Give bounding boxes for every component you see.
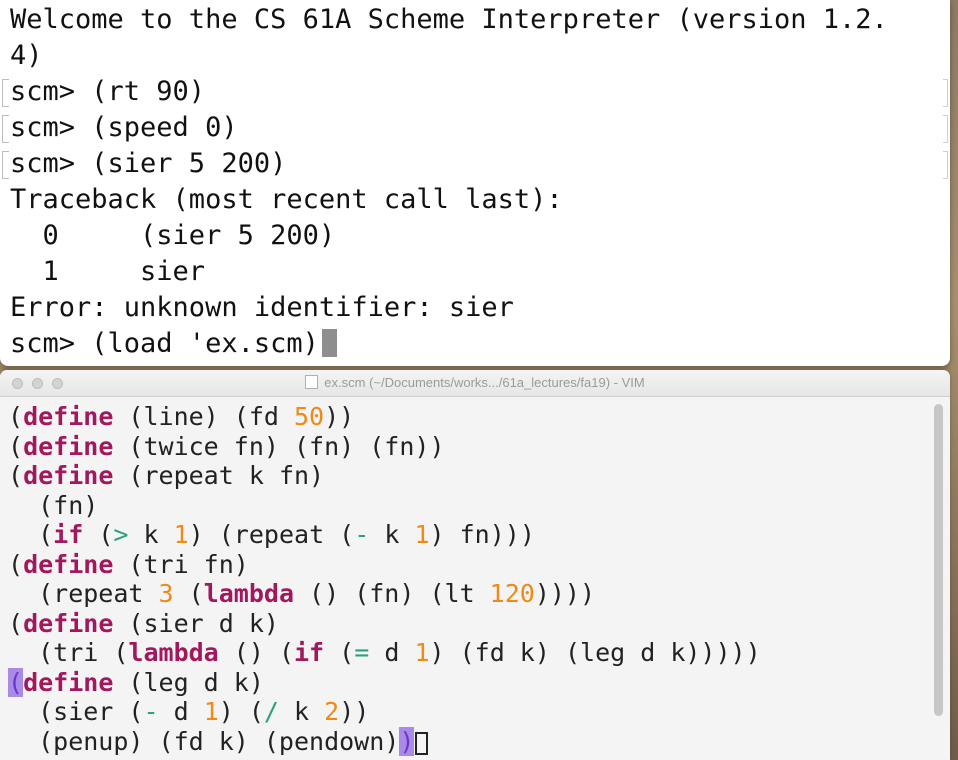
mark-bracket <box>943 115 948 143</box>
code-line[interactable]: (tri (lambda () (if (= d 1) (fd k) (leg … <box>8 638 920 668</box>
window-title: ex.scm (~/Documents/works.../61a_lecture… <box>0 370 950 396</box>
code-line[interactable]: (fn) <box>8 491 920 521</box>
code-line[interactable]: (repeat 3 (lambda () (fn) (lt 120)))) <box>8 579 920 609</box>
code-line[interactable]: (sier (- d 1) (/ k 2)) <box>8 697 920 727</box>
terminal-welcome-line: Welcome to the CS 61A Scheme Interpreter… <box>10 4 888 35</box>
traceback-frame: 1 sier <box>10 256 206 287</box>
window-title-text: ex.scm (~/Documents/works.../61a_lecture… <box>324 375 645 390</box>
scheme-file-icon <box>305 375 319 389</box>
mark-bracket <box>2 115 9 143</box>
code-line[interactable]: (if (> k 1) (repeat (- k 1) fn))) <box>8 520 920 550</box>
traceback-frame: 0 (sier 5 200) <box>10 220 336 251</box>
terminal-input-line[interactable]: scm> (load 'ex.scm) <box>10 326 337 362</box>
terminal-welcome-line-cont: 4) <box>10 40 43 71</box>
error-message: Error: unknown identifier: sier <box>10 292 514 323</box>
traceback-header: Traceback (most recent call last): <box>10 184 563 215</box>
code-line[interactable]: (define (tri fn) <box>8 550 920 580</box>
vim-editor-buffer[interactable]: (define (line) (fd 50)) (define (twice fn… <box>8 402 920 756</box>
scheme-terminal[interactable]: Welcome to the CS 61A Scheme Interpreter… <box>0 0 950 366</box>
matched-paren: ) <box>399 726 415 756</box>
vim-titlebar[interactable]: ex.scm (~/Documents/works.../61a_lecture… <box>0 370 950 397</box>
code-line[interactable]: (define (repeat k fn) <box>8 461 920 491</box>
mark-bracket <box>2 151 9 179</box>
code-line[interactable]: (define (sier d k) <box>8 609 920 639</box>
code-line[interactable]: (define (line) (fd 50)) <box>8 402 920 432</box>
code-line[interactable]: (define (twice fn) (fn) (fn)) <box>8 432 920 462</box>
code-line[interactable]: (define (leg d k) <box>8 667 920 698</box>
vim-scrollbar-thumb[interactable] <box>934 404 943 716</box>
terminal-cursor <box>321 329 337 357</box>
vim-cursor <box>415 731 429 755</box>
code-line[interactable]: (penup) (fd k) (pendown)) <box>8 726 920 757</box>
mark-bracket <box>2 79 9 107</box>
terminal-prompt-line: scm> (speed 0) <box>10 112 238 143</box>
terminal-prompt-line: scm> (rt 90) <box>10 76 206 107</box>
terminal-prompt-line: scm> (sier 5 200) <box>10 148 287 179</box>
vim-window[interactable]: ex.scm (~/Documents/works.../61a_lecture… <box>0 370 950 760</box>
mark-bracket <box>943 151 948 179</box>
mark-bracket <box>943 79 948 107</box>
terminal-input-text: scm> (load 'ex.scm) <box>10 328 319 359</box>
matched-paren: ( <box>8 667 24 697</box>
